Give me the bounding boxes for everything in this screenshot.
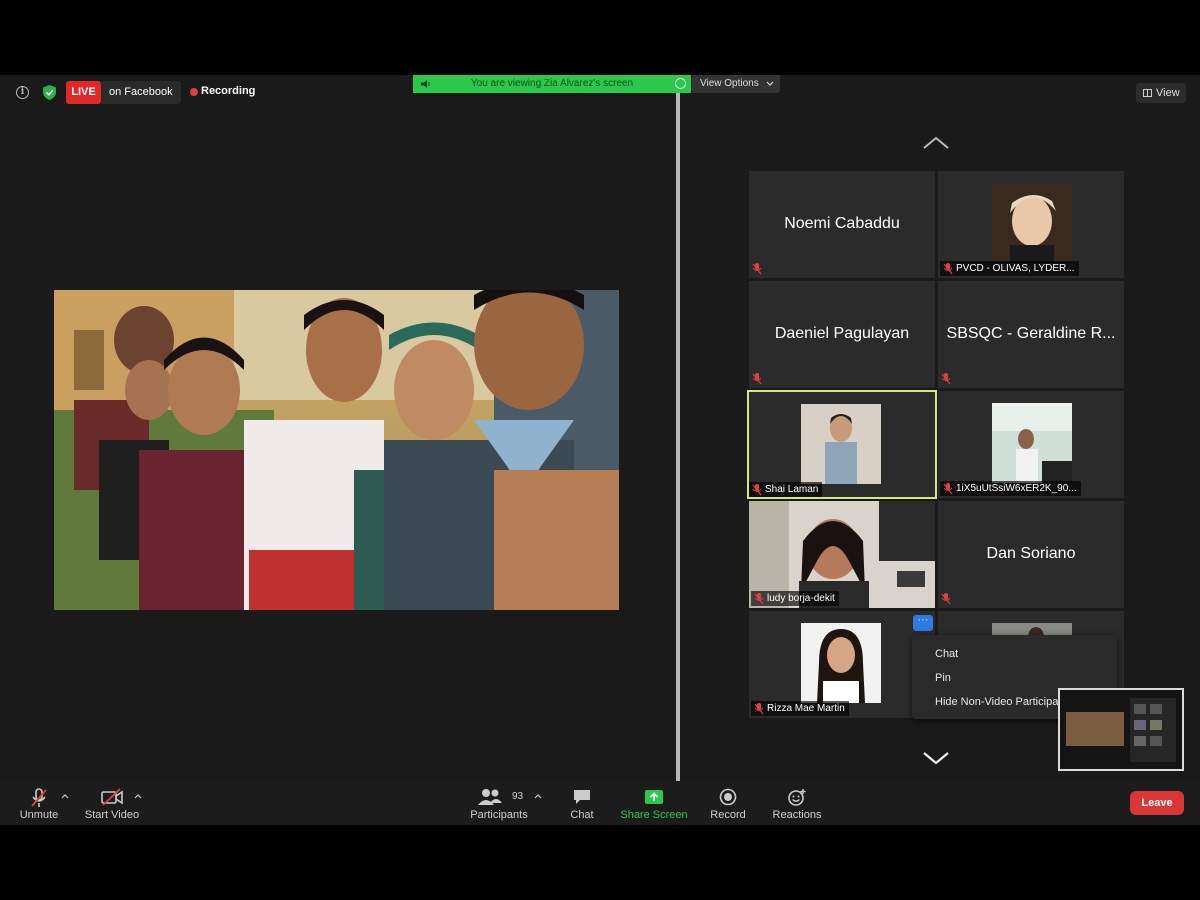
participant-name: ludy borja-dekit xyxy=(767,593,835,604)
participant-tile-active-speaker[interactable]: Shai Laman xyxy=(747,390,937,499)
screenshot-frame: i LIVE on Facebook Recording You are vie… xyxy=(0,0,1200,900)
mic-muted-icon xyxy=(941,593,951,605)
participant-video xyxy=(992,403,1072,483)
share-screen-button[interactable]: Share Screen xyxy=(619,781,689,825)
meeting-toolbar: Unmute Start Video Participants 93 Chat … xyxy=(0,781,1200,825)
mic-muted-icon xyxy=(943,263,953,275)
unmute-button[interactable]: Unmute xyxy=(14,781,64,825)
viewing-screen-banner: You are viewing Zia Alvarez's screen xyxy=(413,75,691,93)
participant-name: 1iX5uUtSsiW6xER2K_90... xyxy=(956,483,1077,494)
viewing-screen-text: You are viewing Zia Alvarez's screen xyxy=(470,78,634,89)
mic-muted-icon xyxy=(752,484,762,496)
share-screen-label: Share Screen xyxy=(620,809,688,821)
recording-label[interactable]: Recording xyxy=(201,85,255,97)
self-view-preview xyxy=(1060,690,1182,769)
participants-label: Participants xyxy=(470,809,528,821)
shared-screen-photo xyxy=(54,290,619,610)
start-video-label: Start Video xyxy=(84,809,140,821)
reactions-button[interactable]: Reactions xyxy=(770,781,824,825)
participant-name: Noemi Cabaddu xyxy=(784,215,900,232)
chat-icon xyxy=(574,790,590,804)
participant-name: PVCD - OLIVAS, LYDER... xyxy=(956,263,1075,274)
participant-tile[interactable]: 1iX5uUtSsiW6xER2K_90... xyxy=(938,391,1124,498)
share-screen-icon xyxy=(645,790,663,804)
participant-tile[interactable]: Dan Soriano xyxy=(938,501,1124,608)
participant-name-label: 1iX5uUtSsiW6xER2K_90... xyxy=(940,481,1081,496)
menu-item-pin[interactable]: Pin xyxy=(935,672,951,684)
view-button-label: View xyxy=(1156,87,1180,99)
mic-muted-icon xyxy=(941,373,951,385)
participant-name: Daeniel Pagulayan xyxy=(774,325,910,342)
participant-video xyxy=(992,183,1072,263)
participant-tile[interactable]: PVCD - OLIVAS, LYDER... xyxy=(938,171,1124,278)
reactions-icon xyxy=(788,789,806,806)
mic-muted-icon xyxy=(31,788,47,807)
participant-tile[interactable]: SBSQC - Geraldine R... xyxy=(938,281,1124,388)
mic-muted-icon xyxy=(752,373,762,385)
mic-muted-icon xyxy=(943,483,953,495)
video-options-chevron-icon[interactable] xyxy=(134,794,142,799)
participant-name-label: Rizza Mae Martin xyxy=(751,701,849,716)
chat-label: Chat xyxy=(570,809,594,821)
live-destination-label[interactable]: on Facebook xyxy=(101,81,181,104)
menu-item-hide-non-video[interactable]: Hide Non-Video Participants xyxy=(935,696,1073,708)
record-button[interactable]: Record xyxy=(705,781,751,825)
participant-video xyxy=(801,404,881,484)
participant-name-label: PVCD - OLIVAS, LYDER... xyxy=(940,261,1079,276)
participant-tile[interactable]: Noemi Cabaddu xyxy=(749,171,935,278)
chat-button[interactable]: Chat xyxy=(562,781,602,825)
video-off-icon xyxy=(101,788,123,806)
audio-options-chevron-icon[interactable] xyxy=(61,794,69,799)
self-view-thumbnail[interactable] xyxy=(1058,688,1184,771)
participant-name: Dan Soriano xyxy=(986,545,1076,562)
view-options-dropdown[interactable]: View Options xyxy=(692,75,780,93)
layout-icon xyxy=(1143,89,1152,97)
participant-tile[interactable]: Daeniel Pagulayan xyxy=(749,281,935,388)
info-icon[interactable]: i xyxy=(16,86,29,99)
participant-name-label: Shai Laman xyxy=(749,482,823,497)
view-options-label: View Options xyxy=(700,78,759,89)
reactions-label: Reactions xyxy=(772,809,822,821)
start-video-button[interactable]: Start Video xyxy=(82,781,142,825)
view-button[interactable]: View xyxy=(1136,83,1186,103)
participants-count: 93 xyxy=(512,791,524,802)
menu-item-chat[interactable]: Chat xyxy=(935,648,958,660)
unmute-label: Unmute xyxy=(19,809,59,821)
mic-muted-icon xyxy=(752,263,762,275)
more-options-button[interactable]: ··· xyxy=(913,615,933,631)
participant-tile[interactable]: Rizza Mae Martin xyxy=(749,611,935,718)
mic-muted-icon xyxy=(754,703,764,715)
speaker-icon xyxy=(421,80,430,88)
leave-button[interactable]: Leave xyxy=(1130,791,1184,815)
record-label: Record xyxy=(710,809,746,821)
participants-icon xyxy=(478,789,502,805)
participants-button[interactable]: Participants xyxy=(468,781,530,825)
participant-name: Shai Laman xyxy=(765,484,819,495)
zoom-meeting-window: i LIVE on Facebook Recording You are vie… xyxy=(0,75,1200,825)
encryption-shield-icon[interactable] xyxy=(43,85,56,100)
record-icon xyxy=(719,788,737,806)
gallery-scroll-up-icon[interactable] xyxy=(922,135,950,151)
split-divider[interactable] xyxy=(676,93,680,781)
participant-name-label: ludy borja-dekit xyxy=(751,591,839,606)
participant-video xyxy=(801,623,881,703)
mic-muted-icon xyxy=(754,593,764,605)
participants-options-chevron-icon[interactable] xyxy=(534,794,542,799)
participant-tile[interactable]: ludy borja-dekit xyxy=(749,501,935,608)
chevron-down-icon xyxy=(766,81,773,86)
banner-status-icon xyxy=(675,78,686,89)
participant-name: SBSQC - Geraldine R... xyxy=(946,325,1116,342)
recording-dot-icon xyxy=(190,88,198,96)
participant-name: Rizza Mae Martin xyxy=(767,703,845,714)
gallery-scroll-down-icon[interactable] xyxy=(922,750,950,766)
live-badge[interactable]: LIVE xyxy=(66,81,101,104)
